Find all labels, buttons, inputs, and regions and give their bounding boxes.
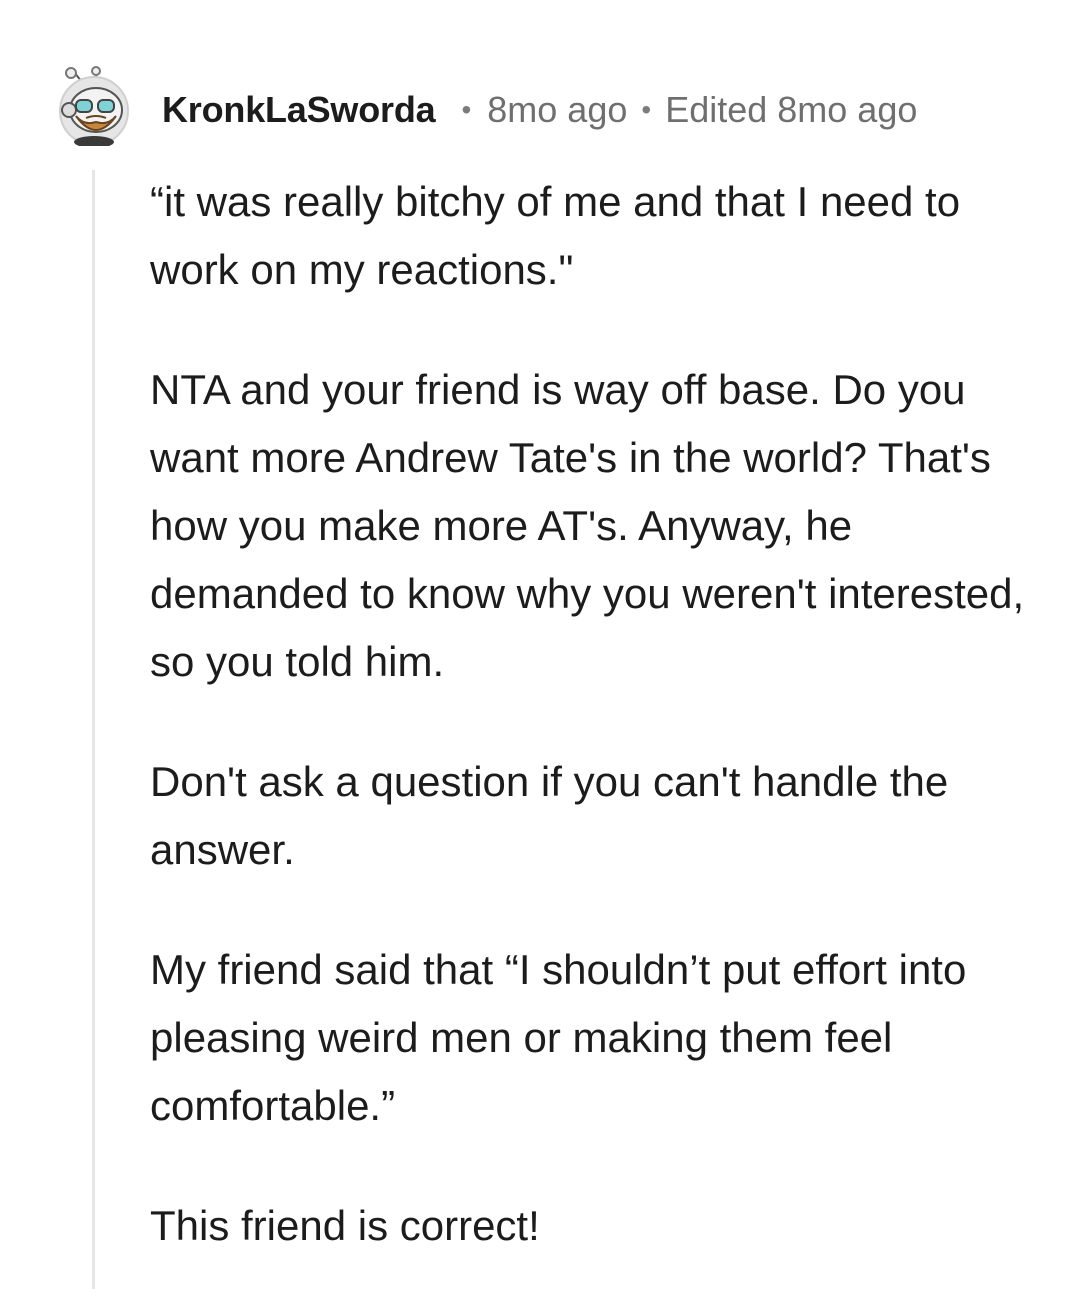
comment-paragraph: Don't ask a question if you can't handle…	[150, 758, 949, 873]
timestamp[interactable]: 8mo ago	[487, 89, 627, 131]
thread-collapse-line[interactable]	[92, 170, 95, 1289]
comment-paragraph: My friend said that “I shouldn’t put eff…	[150, 946, 967, 1129]
username-link[interactable]: KronkLaSworda	[162, 89, 436, 131]
edited-label: Edited 8mo ago	[665, 89, 918, 130]
comment-paragraph: NTA and your friend is way off base. Do …	[150, 366, 1025, 685]
comment: KronkLaSworda • 8mo ago • Edited 8mo ago…	[0, 0, 1080, 1289]
snoo-avatar-icon[interactable]	[56, 66, 134, 148]
comment-paragraph: “it was really bitchy of me and that I n…	[150, 178, 961, 293]
comment-body: “it was really bitchy of me and that I n…	[150, 168, 1055, 1289]
comment-header: KronkLaSworda • 8mo ago • Edited 8mo ago	[162, 86, 917, 134]
separator-dot: •	[641, 94, 652, 125]
comment-paragraph: This friend is correct!	[150, 1202, 540, 1249]
separator-dot: •	[461, 94, 472, 125]
